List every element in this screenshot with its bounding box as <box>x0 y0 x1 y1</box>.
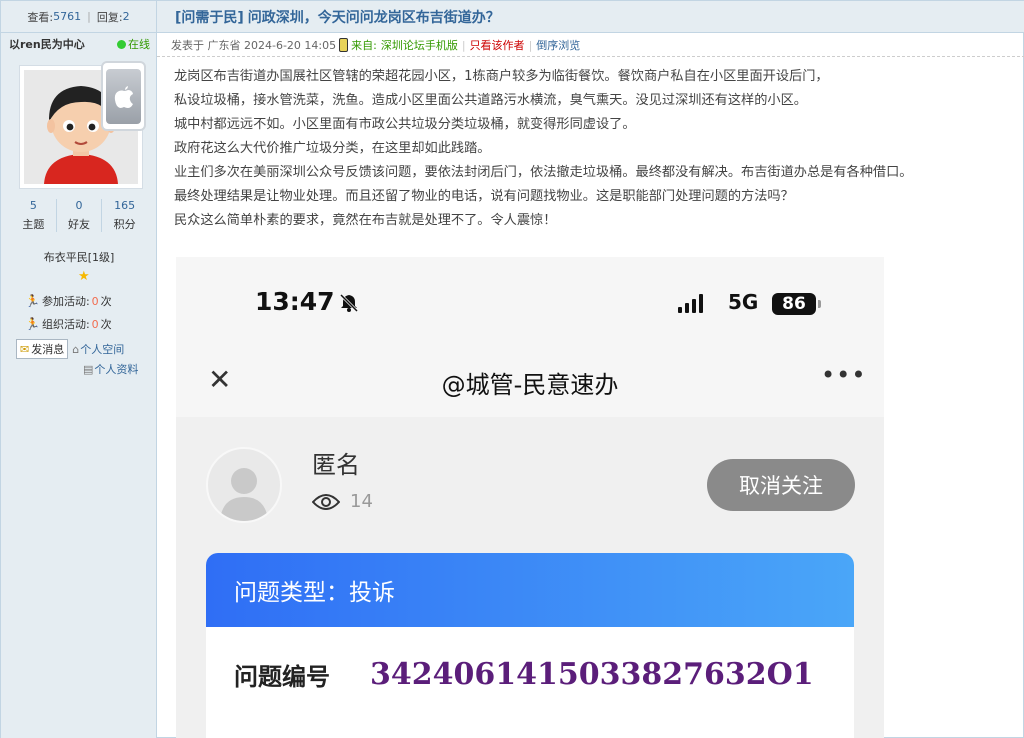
post-line: 民众这么简单朴素的要求，竟然在布吉就是处理不了。令人震惊！ <box>174 213 557 228</box>
post-line: 最终处理结果是让物业处理。而且还留了物业的电话，说有问题找物业。这是职能部门处理… <box>174 189 794 204</box>
thread-category-link[interactable]: [问需于民] <box>175 7 244 27</box>
user-stats: 5 主题 0 好友 165 积分 <box>11 199 147 232</box>
phone-status-bar: 13:47 5G 86 <box>176 257 884 349</box>
battery-tip <box>818 300 821 308</box>
replies-label: 回复: <box>96 10 123 24</box>
author-name-link[interactable]: 以ren民为中心 <box>9 36 85 52</box>
replies-count: 2 <box>122 10 130 23</box>
activity-label: 组织活动: <box>41 318 90 331</box>
battery-level: 86 <box>782 294 806 314</box>
anonymous-avatar-icon <box>206 447 282 523</box>
post-line: 私设垃圾桶，接水管洗菜，洗鱼。造成小区里面公共道路污水横流，臭气熏天。没见过深圳… <box>174 93 807 108</box>
send-message-button[interactable]: ✉ 发消息 <box>16 339 69 359</box>
send-message-label: 发消息 <box>31 343 65 356</box>
view-count: 14 <box>312 491 373 512</box>
personal-profile-label: 个人资料 <box>94 363 139 376</box>
stat-points[interactable]: 165 积分 <box>102 199 147 232</box>
runner-icon: 🏃 <box>25 317 40 331</box>
online-label: 在线 <box>128 38 150 51</box>
activity-label: 参加活动: <box>41 295 90 308</box>
document-icon: ▤ <box>83 362 94 376</box>
post-source-link[interactable]: 深圳论坛手机版 <box>381 37 458 53</box>
views-count: 5761 <box>53 10 82 23</box>
eye-icon <box>312 493 340 510</box>
reverse-order-link[interactable]: 倒序浏览 <box>536 37 580 53</box>
thread-title[interactable]: 问政深圳，今天问问龙岗区布吉街道办？ <box>248 7 500 27</box>
apple-icon <box>106 68 141 124</box>
issue-number-row: 问题编号 3424061415033827632O1 <box>234 657 814 692</box>
attached-screenshot[interactable]: 13:47 5G 86 ✕ @城管-民意速办 ••• 匿名 14 取消关注 问题… <box>176 257 884 738</box>
phone-nav-bar: ✕ @城管-民意速办 ••• <box>176 349 884 417</box>
issue-card: 问题类型：投诉 问题编号 3424061415033827632O1 <box>206 553 854 738</box>
unfollow-button: 取消关注 <box>707 459 855 511</box>
post-body: 龙岗区布吉街道办国展社区管辖的荣超花园小区，1栋商户较多为临街餐饮。餐饮商户私自… <box>174 65 1019 233</box>
online-status: 在线 <box>117 36 150 52</box>
stat-label: 积分 <box>113 218 136 231</box>
post-frame: 查看: 5761 | 回复: 2 以ren民为中心 在线 5 主题 0 好友 1… <box>0 0 1024 738</box>
muted-bell-icon <box>339 293 359 317</box>
activity-unit: 次 <box>100 318 112 331</box>
issue-type: 问题类型：投诉 <box>206 553 854 627</box>
stat-label: 好友 <box>68 218 90 231</box>
divider: | <box>461 38 466 52</box>
activity-count: 0 <box>91 294 99 308</box>
runner-icon: 🏃 <box>25 294 40 308</box>
envelope-icon: ✉ <box>20 342 30 356</box>
post-meta: 发表于 广东省 2024-6-20 14:05 来自: 深圳论坛手机版 | 只看… <box>157 34 1024 57</box>
view-count-value: 14 <box>350 491 373 512</box>
stat-value: 165 <box>114 199 136 212</box>
views-label: 查看: <box>27 10 54 24</box>
personal-profile-link[interactable]: ▤ 个人资料 <box>83 361 138 377</box>
status-time: 13:47 <box>255 287 335 316</box>
divider: | <box>87 10 91 23</box>
user-rank: 布衣平民[1级] <box>43 251 115 264</box>
phone-content: 匿名 14 取消关注 问题类型：投诉 问题编号 3424061415033827… <box>176 417 884 738</box>
personal-space-label: 个人空间 <box>80 343 125 356</box>
from-label: 来自: <box>351 39 377 52</box>
network-type: 5G <box>728 290 759 314</box>
signal-icon <box>678 293 703 313</box>
issue-number-value: 3424061415033827632O1 <box>370 657 814 692</box>
author-actions: ✉ 发消息 ⌂ 个人空间 <box>16 339 151 359</box>
thread-title-bar: [问需于民] 问政深圳，今天问问龙岗区布吉街道办？ <box>157 1 1024 33</box>
stat-value: 0 <box>75 199 83 212</box>
post-line: 城中村都远远不如。小区里面有市政公共垃圾分类垃圾桶，就变得形同虚设了。 <box>174 117 636 132</box>
post-line: 政府花这么大代价推广垃圾分类，在这里却如此践踏。 <box>174 141 491 156</box>
posted-prefix: 发表于 <box>171 39 204 52</box>
divider: | <box>528 38 533 52</box>
more-icon: ••• <box>821 361 867 389</box>
stat-value: 5 <box>29 199 37 212</box>
author-row: 以ren民为中心 在线 <box>1 33 156 55</box>
only-author-link[interactable]: 只看该作者 <box>470 37 525 53</box>
mobile-icon <box>339 38 349 52</box>
star-icon: ★ <box>78 269 90 284</box>
stat-friends[interactable]: 0 好友 <box>57 199 103 232</box>
poster-name: 匿名 <box>312 451 360 479</box>
battery-icon: 86 <box>772 293 816 315</box>
home-icon: ⌂ <box>72 342 80 356</box>
issue-number-label: 问题编号 <box>234 663 330 691</box>
thread-stats: 查看: 5761 | 回复: 2 <box>1 1 156 33</box>
author-sidebar: 查看: 5761 | 回复: 2 以ren民为中心 在线 5 主题 0 好友 1… <box>1 1 157 738</box>
post-date: 2024-6-20 14:05 <box>244 38 337 52</box>
stat-label: 主题 <box>22 218 45 231</box>
post-line: 龙岗区布吉街道办国展社区管辖的荣超花园小区，1栋商户较多为临街餐饮。餐饮商户私自… <box>174 69 829 84</box>
post-location: 广东省 <box>207 39 241 52</box>
activity-unit: 次 <box>100 295 112 308</box>
activity-joined: 🏃 参加活动: 0 次 <box>25 293 112 309</box>
activity-organized: 🏃 组织活动: 0 次 <box>25 316 112 332</box>
phone-nav-title: @城管-民意速办 <box>441 371 619 399</box>
activity-count: 0 <box>91 317 99 331</box>
online-icon <box>117 39 126 49</box>
apple-device-badge <box>101 61 146 131</box>
post-line: 业主们多次在美丽深圳公众号反馈该问题，要依法封闭后门，依法撤走垃圾桶。最终都没有… <box>174 165 913 180</box>
personal-space-link[interactable]: ⌂ 个人空间 <box>72 341 124 357</box>
stat-threads[interactable]: 5 主题 <box>11 199 57 232</box>
